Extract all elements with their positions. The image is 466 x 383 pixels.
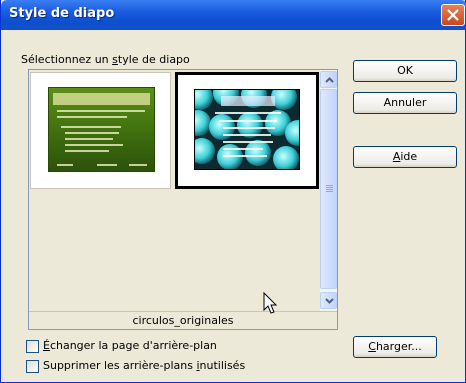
scroll-up-button[interactable] xyxy=(320,71,337,88)
close-button[interactable] xyxy=(441,4,465,26)
gallery-prompt-label: Sélectionnez un style de diapo xyxy=(21,53,190,66)
scroll-up-icon xyxy=(325,77,334,83)
style-dialog: Style de diapo Sélectionnez un style de … xyxy=(0,0,466,383)
close-icon xyxy=(447,9,459,21)
gallery-items-area xyxy=(29,70,320,311)
delete-unused-backgrounds-label[interactable]: Supprimer les arrière-plans inutilisés xyxy=(43,359,245,372)
style-gallery: circulos_originales xyxy=(28,69,338,330)
gallery-item-green-template[interactable] xyxy=(30,72,171,189)
mouse-pointer-icon xyxy=(263,292,278,314)
title-bar[interactable]: Style de diapo xyxy=(1,0,466,30)
slide-preview-circulos xyxy=(194,89,300,170)
help-button[interactable]: Aide xyxy=(353,146,457,168)
gallery-item-circulos-originales[interactable] xyxy=(175,72,319,189)
gallery-scrollbar[interactable] xyxy=(320,70,337,311)
ok-button[interactable]: OK xyxy=(353,60,457,82)
exchange-background-checkbox[interactable] xyxy=(26,340,39,353)
slide-preview-green xyxy=(48,87,155,172)
selected-style-name: circulos_originales xyxy=(132,314,234,327)
exchange-background-label[interactable]: Échanger la page d'arrière-plan xyxy=(43,339,217,352)
scroll-thumb[interactable] xyxy=(320,89,337,289)
cancel-button[interactable]: Annuler xyxy=(353,92,457,114)
load-button[interactable]: Charger... xyxy=(353,336,437,358)
scroll-down-icon xyxy=(325,298,334,304)
gallery-caption-bar: circulos_originales xyxy=(29,311,337,329)
delete-unused-backgrounds-checkbox[interactable] xyxy=(26,360,39,373)
dialog-title: Style de diapo xyxy=(9,6,115,21)
scroll-down-button[interactable] xyxy=(320,292,337,309)
